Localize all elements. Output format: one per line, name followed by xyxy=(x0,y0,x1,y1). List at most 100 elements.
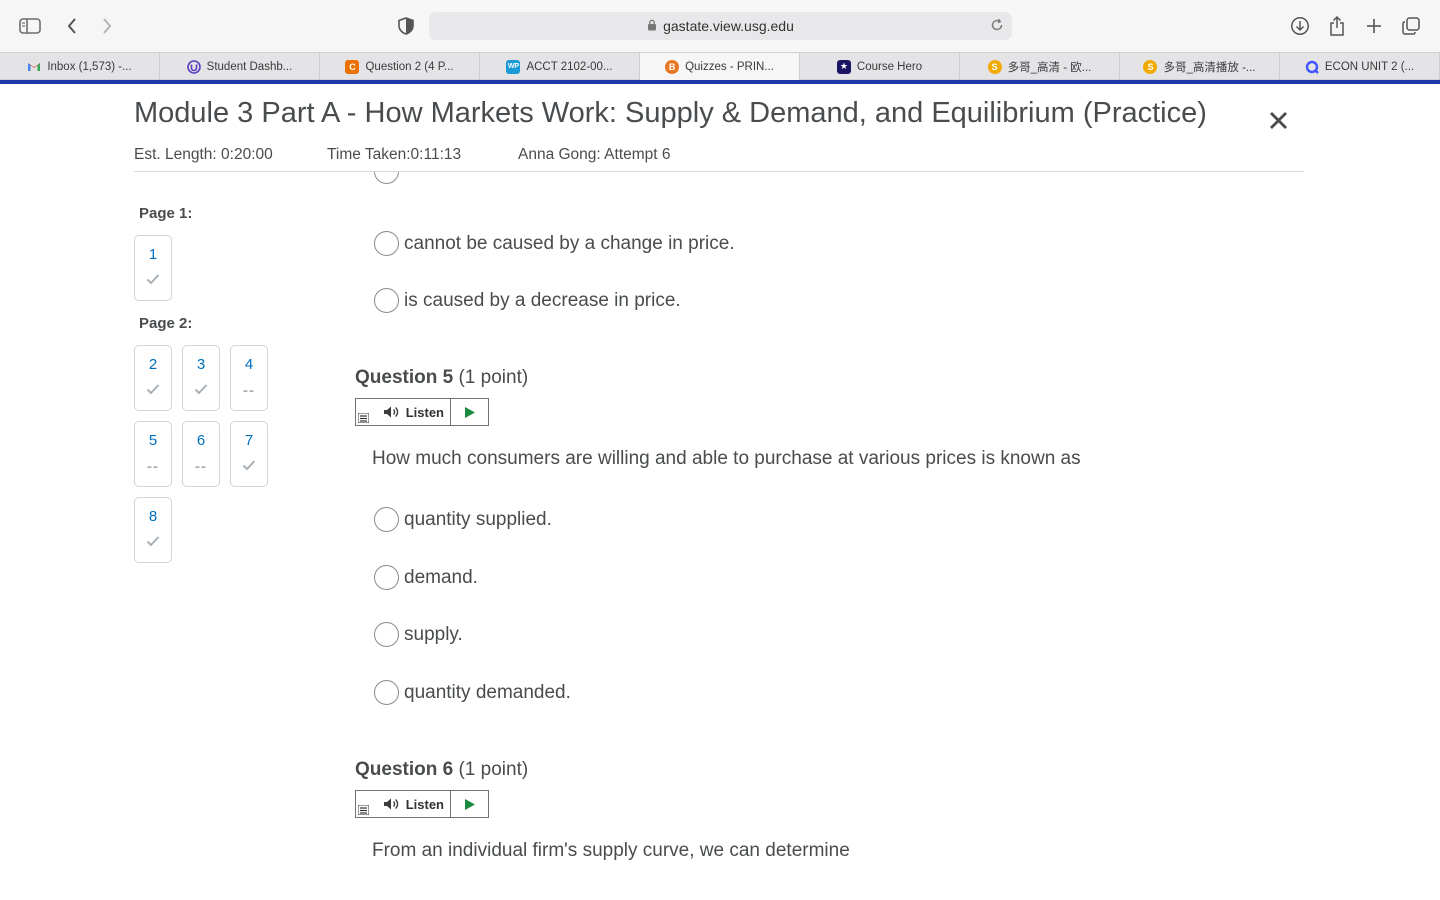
listen-button[interactable]: Listen xyxy=(356,791,451,817)
menu-icon[interactable] xyxy=(358,413,369,423)
page-2-label: Page 2: xyxy=(139,315,193,332)
address-bar[interactable]: gastate.view.usg.edu xyxy=(429,12,1012,40)
radio-button[interactable] xyxy=(374,565,399,590)
option-quantity-supplied[interactable]: quantity supplied. xyxy=(374,507,552,532)
play-button[interactable] xyxy=(451,399,488,425)
option-text: demand. xyxy=(404,566,478,588)
forward-icon[interactable] xyxy=(94,13,120,39)
question-number: 4 xyxy=(244,356,254,373)
question-nav-6[interactable]: 6 -- xyxy=(182,421,220,487)
question-number: 2 xyxy=(148,356,158,373)
question-nav-1[interactable]: 1 xyxy=(134,235,172,301)
checkmark-icon xyxy=(231,458,267,476)
time-taken: Time Taken:0:11:13 xyxy=(327,146,462,163)
option-cannot-be-caused[interactable]: cannot be caused by a change in price. xyxy=(374,231,735,256)
back-icon[interactable] xyxy=(59,13,85,39)
chegg-icon: C xyxy=(345,59,360,74)
option-demand[interactable]: demand. xyxy=(374,565,478,590)
privacy-shield-icon[interactable] xyxy=(393,13,419,39)
question-number: 7 xyxy=(244,432,254,449)
option-decrease-in-price[interactable]: is caused by a decrease in price. xyxy=(374,288,681,313)
listen-label: Listen xyxy=(405,796,444,812)
gmail-icon xyxy=(27,60,41,74)
tab-site-1[interactable]: S 多哥_高清 - 欧... xyxy=(960,53,1120,80)
question-nav-5[interactable]: 5 -- xyxy=(134,421,172,487)
checkmark-icon xyxy=(135,534,171,552)
tab-quizzes[interactable]: B Quizzes - PRIN... xyxy=(640,53,800,80)
new-tab-icon[interactable] xyxy=(1361,13,1387,39)
tab-label: ECON UNIT 2 (... xyxy=(1324,60,1415,73)
listen-label: Listen xyxy=(405,404,444,420)
radio-button[interactable] xyxy=(374,680,399,705)
share-icon[interactable] xyxy=(1324,13,1350,39)
url-text: gastate.view.usg.edu xyxy=(663,18,794,34)
unanswered-mark: -- xyxy=(243,382,255,399)
option-text: cannot be caused by a change in price. xyxy=(404,232,735,254)
tab-label: ACCT 2102-00... xyxy=(526,60,613,73)
question-nav-4[interactable]: 4 -- xyxy=(230,345,268,411)
student-dashboard-icon xyxy=(186,59,201,74)
checkmark-icon xyxy=(183,382,219,400)
question-points: (1 point) xyxy=(458,759,529,780)
question-number: 1 xyxy=(148,246,158,263)
option-text: quantity demanded. xyxy=(404,681,571,703)
question-label: Question 6 xyxy=(355,759,454,780)
question-number: 8 xyxy=(148,508,158,525)
option-supply[interactable]: supply. xyxy=(374,622,463,647)
lock-icon xyxy=(647,19,657,34)
checkmark-icon xyxy=(135,272,171,290)
question-number: 6 xyxy=(196,432,206,449)
listen-widget: Listen xyxy=(355,790,489,818)
speaker-icon xyxy=(383,798,398,810)
clipped-radio xyxy=(374,172,400,198)
question-5-heading: Question 5 (1 point) xyxy=(355,367,528,389)
quizlet-icon xyxy=(1305,60,1319,74)
tab-label: 多哥_高清 - 欧... xyxy=(1007,61,1092,74)
tab-label: Course Hero xyxy=(856,60,923,73)
browser-toolbar: gastate.view.usg.edu xyxy=(0,0,1440,52)
question-number: 3 xyxy=(196,356,206,373)
play-button[interactable] xyxy=(451,791,488,817)
divider xyxy=(134,171,1304,172)
listen-widget: Listen xyxy=(355,398,489,426)
question-nav-8[interactable]: 8 xyxy=(134,497,172,563)
play-icon xyxy=(464,406,475,418)
tab-overview-icon[interactable] xyxy=(1398,13,1424,39)
tab-site-2[interactable]: S 多哥_高清播放 -... xyxy=(1120,53,1280,80)
tab-question-2[interactable]: C Question 2 (4 P... xyxy=(320,53,480,80)
question-nav-2[interactable]: 2 xyxy=(134,345,172,411)
tab-econ-unit[interactable]: ECON UNIT 2 (... xyxy=(1280,53,1440,80)
sidebar-toggle-icon[interactable] xyxy=(17,13,43,39)
tab-inbox[interactable]: Inbox (1,573) -... xyxy=(0,53,160,80)
downloads-icon[interactable] xyxy=(1287,13,1313,39)
option-quantity-demanded[interactable]: quantity demanded. xyxy=(374,680,571,705)
tab-label: Student Dashb... xyxy=(206,60,293,73)
radio-button[interactable] xyxy=(374,288,399,313)
menu-icon[interactable] xyxy=(358,805,369,815)
checkmark-icon xyxy=(135,382,171,400)
tab-student-dashboard[interactable]: Student Dashb... xyxy=(160,53,320,80)
tab-bar: Inbox (1,573) -... Student Dashb... C Qu… xyxy=(0,52,1440,80)
site-icon: S xyxy=(1143,59,1158,74)
close-icon[interactable] xyxy=(1264,104,1294,134)
tab-label: Inbox (1,573) -... xyxy=(47,60,132,73)
tab-acct[interactable]: WP ACCT 2102-00... xyxy=(480,53,640,80)
option-text: quantity supplied. xyxy=(404,508,552,530)
brightspace-icon: B xyxy=(665,59,680,74)
radio-button[interactable] xyxy=(374,622,399,647)
question-number: 5 xyxy=(148,432,158,449)
reload-icon[interactable] xyxy=(990,18,1004,35)
listen-button[interactable]: Listen xyxy=(356,399,451,425)
radio-button[interactable] xyxy=(374,507,399,532)
tab-label: 多哥_高清播放 -... xyxy=(1163,61,1256,74)
tab-label: Quizzes - PRIN... xyxy=(685,60,774,73)
tab-label: Question 2 (4 P... xyxy=(365,60,454,73)
brand-bar xyxy=(0,80,1440,84)
radio-button[interactable] xyxy=(374,231,399,256)
tab-course-hero[interactable]: ★ Course Hero xyxy=(800,53,960,80)
question-nav-7[interactable]: 7 xyxy=(230,421,268,487)
est-length: Est. Length: 0:20:00 xyxy=(134,146,273,163)
question-nav-3[interactable]: 3 xyxy=(182,345,220,411)
attempt-info: Anna Gong: Attempt 6 xyxy=(518,146,671,163)
question-5-text: How much consumers are willing and able … xyxy=(372,448,1081,469)
